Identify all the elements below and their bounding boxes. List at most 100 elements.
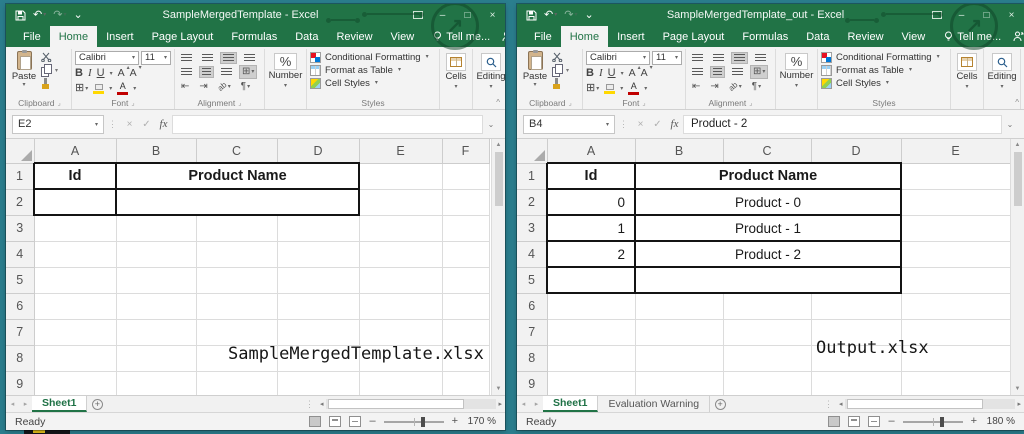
underline-button[interactable]: U [97, 68, 105, 79]
font-color-button[interactable]: A [628, 82, 639, 95]
close-button[interactable]: × [480, 4, 505, 26]
col-header-A[interactable]: A [547, 139, 635, 163]
select-all-corner[interactable] [517, 139, 547, 163]
row-header-8[interactable]: 8 [517, 345, 547, 371]
tab-data[interactable]: Data [797, 26, 838, 47]
cell-F3[interactable] [442, 215, 489, 241]
align-bottom-button[interactable] [220, 52, 237, 64]
dialog-launcher-icon[interactable]: ⌟ [569, 100, 572, 107]
font-color-button[interactable]: A [117, 82, 128, 95]
col-header-B[interactable]: B [116, 139, 196, 163]
save-icon[interactable] [526, 10, 537, 21]
cell-C3[interactable] [196, 215, 277, 241]
cell-E2[interactable] [359, 189, 442, 215]
row-header-3[interactable]: 3 [6, 215, 34, 241]
cell-B6[interactable] [635, 293, 723, 319]
tab-data[interactable]: Data [286, 26, 327, 47]
cell-B1[interactable]: Product Name [635, 163, 901, 189]
redo-icon[interactable]: ↷▾ [564, 10, 577, 21]
cell-E1[interactable] [359, 163, 442, 189]
wrap-text-button[interactable] [241, 52, 258, 64]
scrollbar-grip[interactable]: ⋮ [821, 396, 836, 412]
cell-A8[interactable] [547, 345, 635, 371]
row-header-4[interactable]: 4 [6, 241, 34, 267]
dialog-launcher-icon[interactable]: ⌟ [749, 100, 752, 107]
cell-B3[interactable] [116, 215, 196, 241]
align-middle-button[interactable] [710, 52, 727, 64]
borders-button[interactable]: ⊞▾ [586, 83, 599, 94]
align-top-button[interactable] [178, 52, 195, 64]
cell-A7[interactable] [547, 319, 635, 345]
tab-view[interactable]: View [382, 26, 424, 47]
editing-button[interactable]: Editing ▾ [476, 51, 505, 91]
scroll-down-icon[interactable]: ▼ [1015, 386, 1021, 392]
select-all-corner[interactable] [6, 139, 34, 163]
cell-D9[interactable] [277, 371, 359, 395]
cell-C9[interactable] [196, 371, 277, 395]
cell-E9[interactable] [901, 371, 1010, 395]
cell-E9[interactable] [359, 371, 442, 395]
zoom-out-icon[interactable]: – [888, 416, 894, 427]
conditional-formatting-button[interactable]: Conditional Formatting▾ [310, 52, 436, 64]
scroll-left-icon[interactable]: ◂ [839, 400, 843, 408]
text-direction-button[interactable]: ¶▾ [749, 80, 764, 94]
undo-icon[interactable]: ↶▾ [544, 10, 557, 21]
cell-D7[interactable] [277, 319, 359, 345]
align-bottom-button[interactable] [731, 52, 748, 64]
scroll-right-icon[interactable]: ▸ [1017, 400, 1021, 408]
sheet-tab-sheet1[interactable]: Sheet1 [543, 396, 598, 412]
font-family-select[interactable]: Calibri▾ [75, 51, 139, 65]
merge-center-button[interactable]: ⊞▾ [750, 65, 768, 79]
cell-F9[interactable] [442, 371, 489, 395]
cell-E5[interactable] [359, 267, 442, 293]
minimize-button[interactable]: – [949, 4, 974, 26]
cell-B7[interactable] [635, 319, 723, 345]
page-layout-view-icon[interactable] [329, 416, 341, 427]
align-right-button[interactable] [729, 66, 746, 78]
col-header-D[interactable]: D [811, 139, 901, 163]
cell-B2[interactable]: Product - 0 [635, 189, 901, 215]
cell-E6[interactable] [359, 293, 442, 319]
align-left-button[interactable] [689, 66, 706, 78]
share-button[interactable]: Share [1001, 26, 1024, 47]
tell-me-box[interactable]: Tell me... [944, 26, 1001, 47]
save-icon[interactable] [15, 10, 26, 21]
row-header-2[interactable]: 2 [517, 189, 547, 215]
enter-icon[interactable]: ✓ [138, 119, 155, 130]
cell-A1[interactable]: Id [34, 163, 116, 189]
horizontal-scroll-thumb[interactable] [328, 399, 465, 409]
wrap-text-button[interactable] [752, 52, 769, 64]
cell-A8[interactable] [34, 345, 116, 371]
col-header-C[interactable]: C [723, 139, 811, 163]
decrease-indent-button[interactable]: ⇤ [178, 80, 192, 94]
paste-button[interactable]: Paste ▾ [11, 51, 37, 90]
zoom-slider[interactable] [903, 421, 963, 423]
col-header-F[interactable]: F [442, 139, 489, 163]
formula-bar-grip[interactable]: ⋮ [104, 119, 121, 130]
cut-button[interactable] [41, 52, 52, 62]
cell-D3[interactable] [277, 215, 359, 241]
name-box[interactable]: B4 ▾ [523, 115, 615, 134]
row-header-7[interactable]: 7 [6, 319, 34, 345]
new-sheet-button[interactable]: + [87, 396, 107, 412]
align-center-button[interactable] [710, 66, 725, 78]
italic-button[interactable]: I [599, 68, 603, 79]
insert-function-icon[interactable]: fx [155, 118, 172, 130]
increase-indent-button[interactable]: ⇥ [707, 80, 721, 94]
cell-C8[interactable] [723, 345, 811, 371]
format-as-table-button[interactable]: Format as Table▾ [310, 65, 436, 77]
number-format-button[interactable]: % Number ▾ [779, 51, 814, 90]
row-header-5[interactable]: 5 [6, 267, 34, 293]
fill-color-button[interactable] [93, 84, 104, 94]
editing-button[interactable]: Editing ▾ [987, 51, 1017, 91]
vertical-scrollbar[interactable]: ▲ ▼ [491, 139, 505, 395]
orientation-button[interactable]: ab▾ [726, 81, 745, 93]
cell-E1[interactable] [901, 163, 1010, 189]
cell-A3[interactable]: 1 [547, 215, 635, 241]
borders-button[interactable]: ⊞▾ [75, 83, 88, 94]
underline-button[interactable]: U [608, 68, 616, 79]
increase-indent-button[interactable]: ⇥ [196, 80, 210, 94]
cell-C5[interactable] [196, 267, 277, 293]
cell-E6[interactable] [901, 293, 1010, 319]
row-header-6[interactable]: 6 [6, 293, 34, 319]
